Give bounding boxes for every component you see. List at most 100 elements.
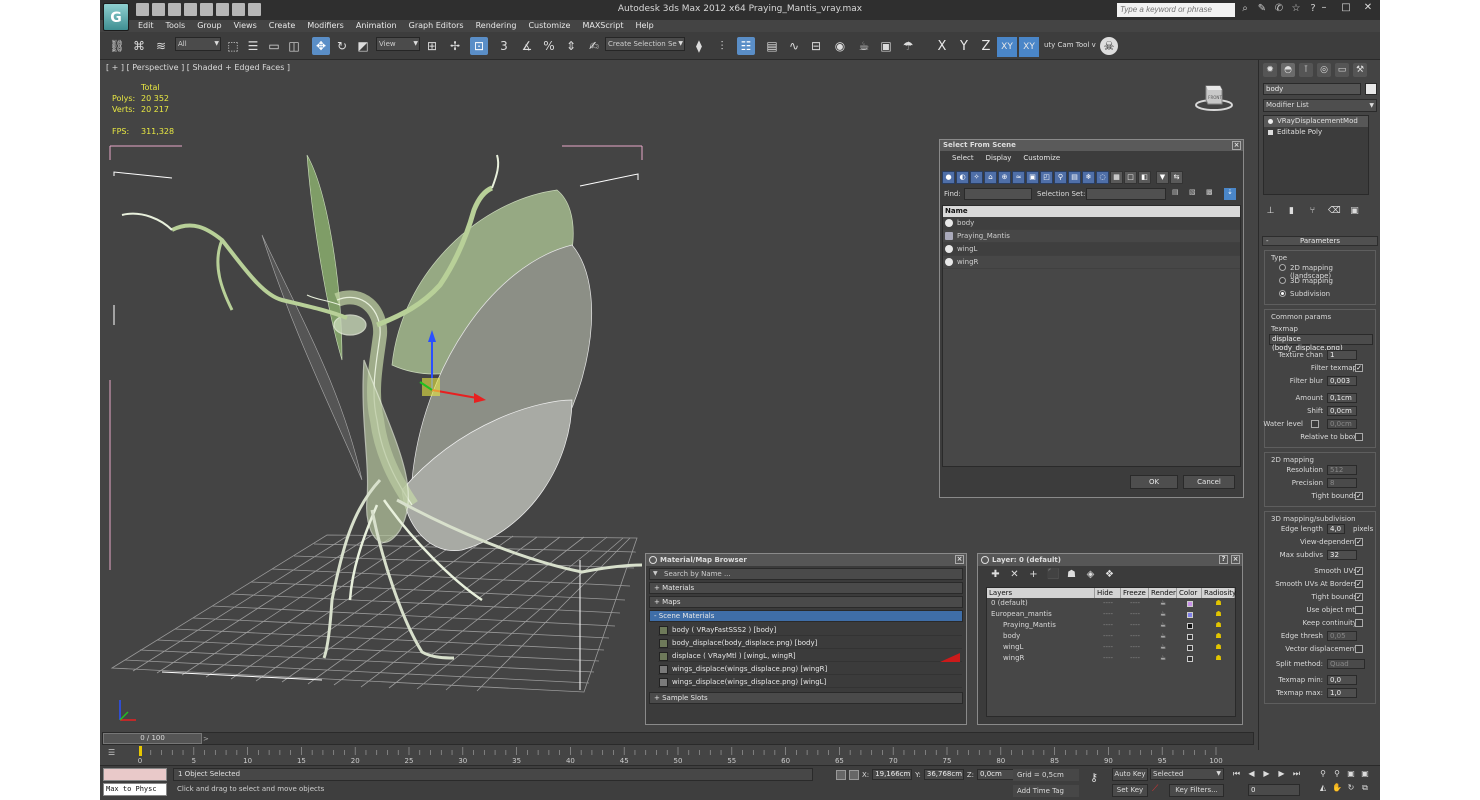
layer-color-swatch[interactable]	[1186, 633, 1193, 640]
shift-spinner[interactable]: 0,0cm	[1327, 406, 1357, 416]
binoculars-icon[interactable]: ⌕	[1239, 3, 1251, 15]
hide-toggle[interactable]: ----	[1095, 653, 1121, 664]
col-freeze[interactable]: Freeze	[1121, 588, 1149, 598]
texture-chan-spinner[interactable]: 1	[1327, 350, 1357, 360]
col-render[interactable]: Render	[1149, 588, 1177, 598]
menu-edit[interactable]: Edit	[132, 20, 160, 32]
sample-slots-section[interactable]: + Sample Slots	[649, 692, 963, 704]
resolution-spinner[interactable]: 512	[1327, 465, 1357, 475]
time-slider[interactable]: 0 / 100 >	[102, 732, 1254, 745]
material-item[interactable]: wings_displace(wings_displace.png) [wing…	[658, 663, 962, 675]
table-row[interactable]: Praying_Mantis ---- ---- ☕ ☗	[987, 620, 1235, 631]
freeze-toggle[interactable]: ----	[1121, 609, 1149, 620]
viewcube[interactable]: FRONT	[1194, 82, 1234, 112]
object-name-field[interactable]: body	[1263, 83, 1361, 95]
create-tab-icon[interactable]: ✹	[1263, 63, 1277, 77]
material-item[interactable]: body ( VRayFastSSS2 ) [body]	[658, 624, 962, 636]
bind-space-warp-icon[interactable]: ≋	[152, 37, 170, 55]
axis-z-button[interactable]: Z	[976, 37, 996, 57]
minimize-icon[interactable]: –	[1318, 2, 1330, 13]
table-row[interactable]: body ---- ---- ☕ ☗	[987, 631, 1235, 642]
edit-named-selection-icon[interactable]: ✍	[585, 37, 603, 55]
favorites-icon[interactable]: ☆	[1290, 3, 1302, 15]
hide-toggle[interactable]: ----	[1095, 598, 1121, 609]
layer-color-swatch[interactable]	[1186, 611, 1193, 618]
table-row[interactable]: European_mantis ---- ---- ☕ ☗	[987, 609, 1235, 620]
axis-xy-cycle-button[interactable]: XY	[1019, 37, 1039, 57]
axis-y-button[interactable]: Y	[954, 37, 974, 57]
time-slider-next-icon[interactable]: >	[203, 735, 209, 743]
col-color[interactable]: Color	[1177, 588, 1202, 598]
material-browser-title[interactable]: Material/Map Browser ×	[646, 554, 966, 566]
list-item[interactable]: Praying_Mantis	[943, 230, 1240, 243]
material-item[interactable]: wings_displace(wings_displace.png) [wing…	[658, 676, 962, 688]
select-scale-icon[interactable]: ◩	[354, 37, 372, 55]
display-shapes-icon[interactable]: ◐	[956, 171, 969, 184]
ok-button[interactable]: OK	[1130, 475, 1178, 489]
material-editor-icon[interactable]: ◉	[831, 37, 849, 55]
lightbulb-icon[interactable]	[1268, 119, 1273, 124]
help-icon[interactable]: ?	[1219, 555, 1228, 564]
maximize-icon[interactable]: □	[1340, 2, 1352, 13]
help-search-input[interactable]	[1117, 3, 1235, 17]
find-input[interactable]	[964, 188, 1032, 200]
freeze-toggle[interactable]: ----	[1121, 653, 1149, 664]
show-end-result-icon[interactable]: ▮	[1286, 206, 1297, 217]
hide-unhide-all-icon[interactable]: ◈	[1085, 569, 1096, 580]
layer-color-swatch[interactable]	[1186, 600, 1193, 607]
spinner-snap-icon[interactable]: ⇕	[562, 37, 580, 55]
lock-selection-icon[interactable]	[836, 769, 846, 780]
select-move-icon[interactable]: ✥	[312, 37, 330, 55]
table-row[interactable]: wingR ---- ---- ☕ ☗	[987, 653, 1235, 664]
current-frame-field[interactable]: 0	[1248, 784, 1300, 796]
window-crossing-icon[interactable]: ◫	[285, 37, 303, 55]
menu-customize[interactable]: Customize	[522, 20, 576, 32]
radiosity-toggle-icon[interactable]: ☗	[1202, 620, 1235, 631]
close-icon[interactable]: ×	[1232, 141, 1241, 150]
radio-2d-mapping[interactable]	[1279, 264, 1286, 271]
display-invert-icon[interactable]: ◧	[1138, 171, 1151, 184]
display-containers-icon[interactable]: ▤	[1068, 171, 1081, 184]
close-icon[interactable]: ✕	[1362, 2, 1374, 13]
add-time-tag-button[interactable]: Add Time Tag	[1013, 785, 1079, 797]
go-to-start-icon[interactable]: ⏮	[1230, 768, 1243, 780]
vector-displacement-checkbox[interactable]	[1355, 645, 1363, 653]
axis-xy-button[interactable]: XY	[997, 37, 1017, 57]
sfs-menu-select[interactable]: Select	[946, 154, 980, 162]
absolute-mode-icon[interactable]	[849, 769, 859, 780]
hide-toggle[interactable]: ----	[1095, 642, 1121, 653]
menu-animation[interactable]: Animation	[350, 20, 403, 32]
menu-tools[interactable]: Tools	[160, 20, 192, 32]
name-column-header[interactable]: Name	[943, 206, 1240, 217]
cam-tool-skull-icon[interactable]: ☠	[1100, 37, 1118, 55]
display-tab-icon[interactable]: ▭	[1335, 63, 1349, 77]
water-level-spinner[interactable]: 0,0cm	[1327, 419, 1357, 429]
x-coordinate-field[interactable]: 19,166cm	[872, 769, 913, 780]
max-subdivs-spinner[interactable]: 32	[1327, 550, 1357, 560]
texmap-button[interactable]: displace (body_displace.png)	[1269, 334, 1373, 352]
radio-subdivision[interactable]	[1279, 290, 1286, 297]
water-level-checkbox[interactable]	[1311, 420, 1319, 428]
menu-maxscript[interactable]: MAXScript	[576, 20, 629, 32]
object-color-swatch[interactable]	[1365, 83, 1377, 95]
maximize-viewport-icon[interactable]: ⧉	[1359, 782, 1371, 794]
use-object-mtl-checkbox[interactable]	[1355, 606, 1363, 614]
render-toggle-icon[interactable]: ☕	[1149, 598, 1177, 609]
hide-toggle[interactable]: ----	[1095, 631, 1121, 642]
list-item[interactable]: wingL	[943, 243, 1240, 256]
selection-filter-dropdown[interactable]: All	[175, 37, 221, 51]
precision-spinner[interactable]: 8	[1327, 478, 1357, 488]
zoom-icon[interactable]: ⚲	[1317, 768, 1329, 780]
key-mode-icon[interactable]: ⟋	[1152, 784, 1166, 796]
named-selection-set-dropdown[interactable]: Create Selection Se	[605, 37, 685, 51]
layer-color-swatch[interactable]	[1186, 622, 1193, 629]
display-bones-icon[interactable]: ⚲	[1054, 171, 1067, 184]
filter-icon[interactable]: ▼	[1156, 171, 1169, 184]
configure-sets-icon[interactable]: ▣	[1349, 206, 1360, 217]
delete-layer-icon[interactable]: ✕	[1009, 569, 1020, 580]
communication-icon[interactable]: ✆	[1273, 3, 1285, 15]
radiosity-toggle-icon[interactable]: ☗	[1202, 653, 1235, 664]
list-item[interactable]: wingR	[943, 256, 1240, 269]
select-rotate-icon[interactable]: ↻	[333, 37, 351, 55]
select-by-name-icon[interactable]: ☰	[244, 37, 262, 55]
